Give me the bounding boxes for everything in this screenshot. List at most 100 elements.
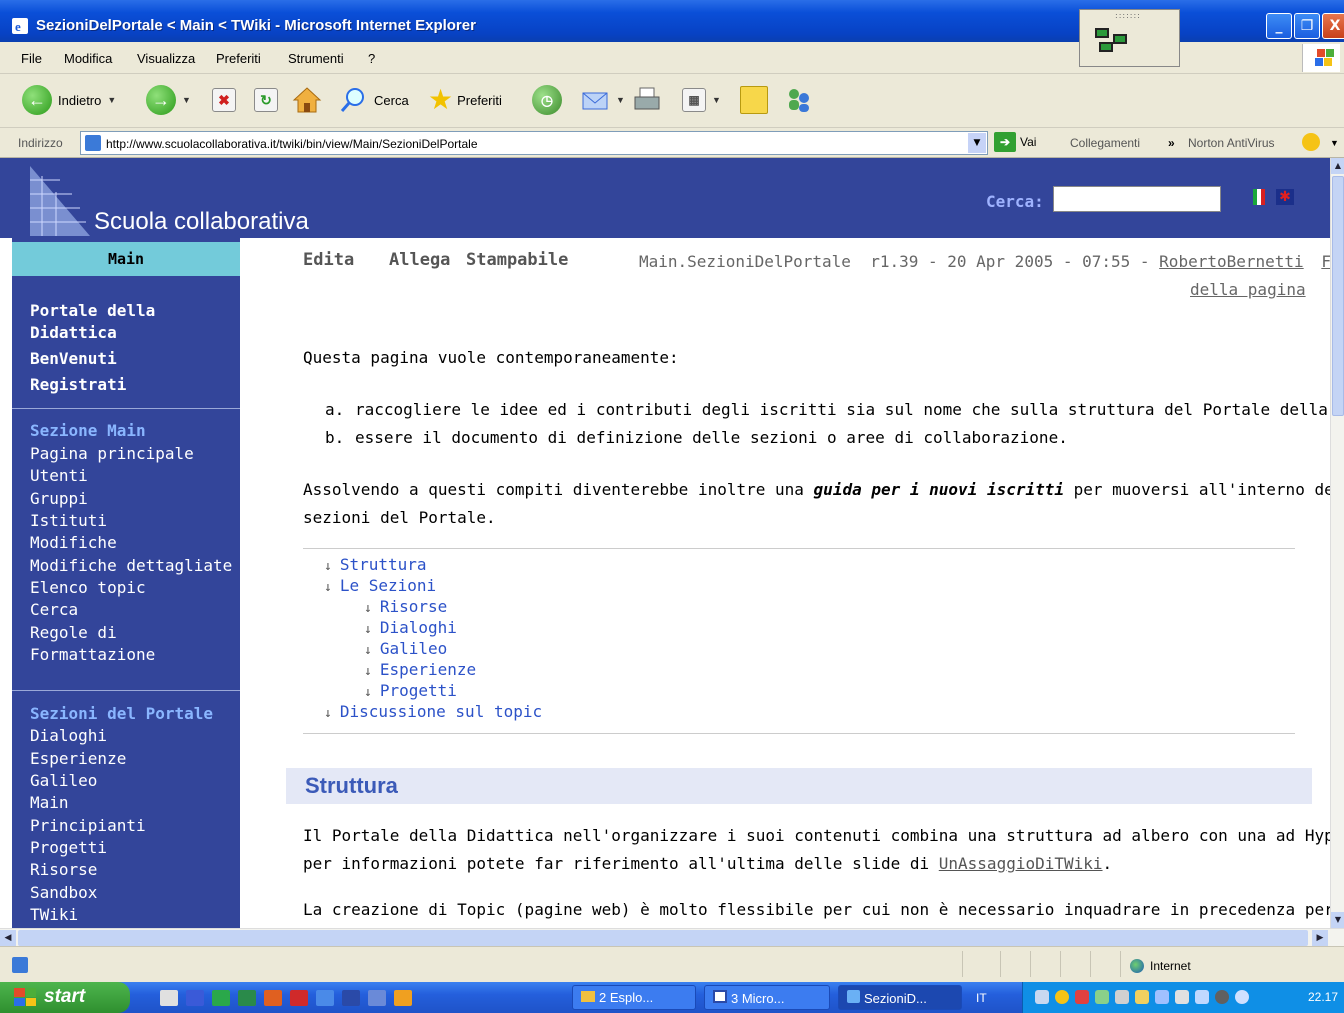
taskbar-item-word[interactable]: 3 Micro...	[704, 985, 830, 1010]
menu-preferiti[interactable]: Preferiti	[216, 51, 261, 66]
sidebar-item-galileo[interactable]: Galileo	[30, 770, 97, 792]
quicklaunch-icon[interactable]	[186, 990, 204, 1006]
sidebar-item-modifiche[interactable]: Modifiche	[30, 532, 117, 554]
toc-item-esperienze[interactable]: ↓ Esperienze	[364, 660, 476, 679]
history-button[interactable]: ◷	[532, 82, 562, 118]
address-dropdown-icon[interactable]: ▼	[968, 133, 986, 153]
discuss-button[interactable]	[740, 82, 768, 118]
start-button[interactable]: start	[0, 982, 130, 1013]
end-of-page-link-text[interactable]: della pagina	[1190, 280, 1306, 299]
sidebar-item-formattazione[interactable]: Formattazione	[30, 644, 155, 666]
sidebar-item-progetti[interactable]: Progetti	[30, 837, 107, 859]
back-button[interactable]: ← Indietro ▼	[22, 82, 116, 118]
toc-item-risorse[interactable]: ↓ Risorse	[364, 597, 447, 616]
sidebar-link-registrati[interactable]: Registrati	[30, 374, 126, 396]
edit-button[interactable]: ▦ ▼	[682, 82, 721, 118]
quicklaunch-icon[interactable]	[264, 990, 282, 1006]
volume-icon[interactable]	[1235, 990, 1249, 1004]
tray-icon[interactable]	[1095, 990, 1109, 1004]
go-button[interactable]: ➔ Vai	[994, 132, 1036, 152]
sidebar-item-dialoghi[interactable]: Dialoghi	[30, 725, 107, 747]
sidebar-item-pagina-principale[interactable]: Pagina principale	[30, 443, 194, 465]
minimize-button[interactable]: _	[1266, 13, 1292, 39]
tray-icon[interactable]	[1195, 990, 1209, 1004]
network-widget[interactable]: :::::::	[1079, 9, 1180, 67]
taskbar-item-ie[interactable]: SezioniD...	[838, 985, 962, 1010]
sidebar-item-sandbox[interactable]: Sandbox	[30, 882, 97, 904]
norton-dropdown-icon[interactable]: ▼	[1330, 138, 1339, 148]
sidebar-item-regole-di[interactable]: Regole di	[30, 622, 117, 644]
toc-item-discussione[interactable]: ↓ Discussione sul topic	[324, 702, 542, 721]
print-button[interactable]	[632, 82, 662, 118]
sidebar-item-modifiche-dettagliate[interactable]: Modifiche dettagliate	[30, 555, 232, 577]
maximize-button[interactable]: ❐	[1294, 13, 1320, 39]
quicklaunch-icon[interactable]	[316, 990, 334, 1006]
toc-item-galileo[interactable]: ↓ Galileo	[364, 639, 447, 658]
vertical-scrollbar[interactable]: ▲ ▼	[1330, 158, 1344, 928]
favorites-button[interactable]: ★ Preferiti	[428, 82, 502, 118]
sidebar-item-utenti[interactable]: Utenti	[30, 465, 88, 487]
tray-icon[interactable]	[1175, 990, 1189, 1004]
quicklaunch-icon[interactable]	[368, 990, 386, 1006]
tray-icon[interactable]	[1215, 990, 1229, 1004]
quicklaunch-icon[interactable]	[290, 990, 308, 1006]
author-link[interactable]: RobertoBernetti	[1159, 252, 1304, 271]
norton-antivirus[interactable]: Norton AntiVirus	[1188, 136, 1275, 150]
end-of-page-link[interactable]: Fine	[1321, 252, 1330, 271]
refresh-button[interactable]: ↻	[254, 82, 278, 118]
forward-button[interactable]: → ▼	[146, 82, 191, 118]
sidebar-item-gruppi[interactable]: Gruppi	[30, 488, 88, 510]
sidebar-item-esperienze[interactable]: Esperienze	[30, 748, 126, 770]
edit-topic-link[interactable]: Edita	[303, 250, 354, 270]
end-of-page-link-line2[interactable]: della pagina	[1190, 280, 1306, 299]
messenger-button[interactable]	[784, 82, 814, 118]
tray-icon[interactable]	[1135, 990, 1149, 1004]
scroll-down-icon[interactable]: ▼	[1331, 912, 1344, 928]
sidebar-link-portale[interactable]: Portale della	[30, 300, 155, 322]
scroll-left-icon[interactable]: ◀	[0, 930, 16, 946]
menu-modifica[interactable]: Modifica	[64, 51, 112, 66]
tray-icon[interactable]	[1055, 990, 1069, 1004]
sidebar-link-didattica[interactable]: Didattica	[30, 322, 117, 344]
edit-dropdown-icon[interactable]: ▼	[712, 95, 721, 105]
toc-item-struttura[interactable]: ↓ Struttura	[324, 555, 427, 574]
home-button[interactable]	[292, 82, 322, 118]
printable-link[interactable]: Stampabile	[466, 250, 568, 270]
quicklaunch-icon[interactable]	[394, 990, 412, 1006]
quicklaunch-icon[interactable]	[342, 990, 360, 1006]
scroll-up-icon[interactable]: ▲	[1331, 158, 1344, 174]
sidebar-item-istituti[interactable]: Istituti	[30, 510, 107, 532]
taskbar-item-explorer[interactable]: 2 Esplo...	[572, 985, 696, 1010]
clock[interactable]: 22.17	[1308, 990, 1338, 1004]
horizontal-scrollbar[interactable]: ◀ ▶	[0, 928, 1344, 946]
tray-icon[interactable]	[1035, 990, 1049, 1004]
tray-icon[interactable]	[1075, 990, 1089, 1004]
attach-link[interactable]: Allega	[389, 250, 450, 270]
scroll-right-icon[interactable]: ▶	[1312, 930, 1328, 946]
tray-icon[interactable]	[1155, 990, 1169, 1004]
vertical-scroll-thumb[interactable]	[1332, 176, 1344, 416]
stop-button[interactable]: ✖	[212, 82, 236, 118]
sidebar-item-principianti[interactable]: Principianti	[30, 815, 146, 837]
toc-item-progetti[interactable]: ↓ Progetti	[364, 681, 457, 700]
menu-visualizza[interactable]: Visualizza	[137, 51, 195, 66]
mail-dropdown-icon[interactable]: ▼	[616, 95, 625, 105]
italian-flag-icon[interactable]	[1253, 189, 1265, 205]
menu-file[interactable]: File	[21, 51, 42, 66]
sidebar-item-elenco-topic[interactable]: Elenco topic	[30, 577, 146, 599]
sidebar-item-main[interactable]: Main	[30, 792, 69, 814]
close-button[interactable]: X	[1322, 13, 1344, 39]
uk-flag-icon[interactable]: ✱	[1276, 189, 1294, 205]
site-logo-text[interactable]: Scuola collaborativa	[94, 208, 309, 236]
unassaggio-link[interactable]: UnAssaggioDiTWiki	[939, 854, 1103, 873]
sidebar-web-tab[interactable]: Main	[12, 242, 240, 276]
search-button[interactable]: Cerca	[338, 82, 409, 118]
forward-dropdown-icon[interactable]: ▼	[182, 95, 191, 105]
tray-icon[interactable]	[1115, 990, 1129, 1004]
horizontal-scroll-thumb[interactable]	[18, 930, 1308, 946]
quicklaunch-icon[interactable]	[212, 990, 230, 1006]
sidebar-item-risorse[interactable]: Risorse	[30, 859, 97, 881]
quicklaunch-icon[interactable]	[160, 990, 178, 1006]
menu-help[interactable]: ?	[368, 51, 375, 66]
menu-strumenti[interactable]: Strumenti	[288, 51, 344, 66]
